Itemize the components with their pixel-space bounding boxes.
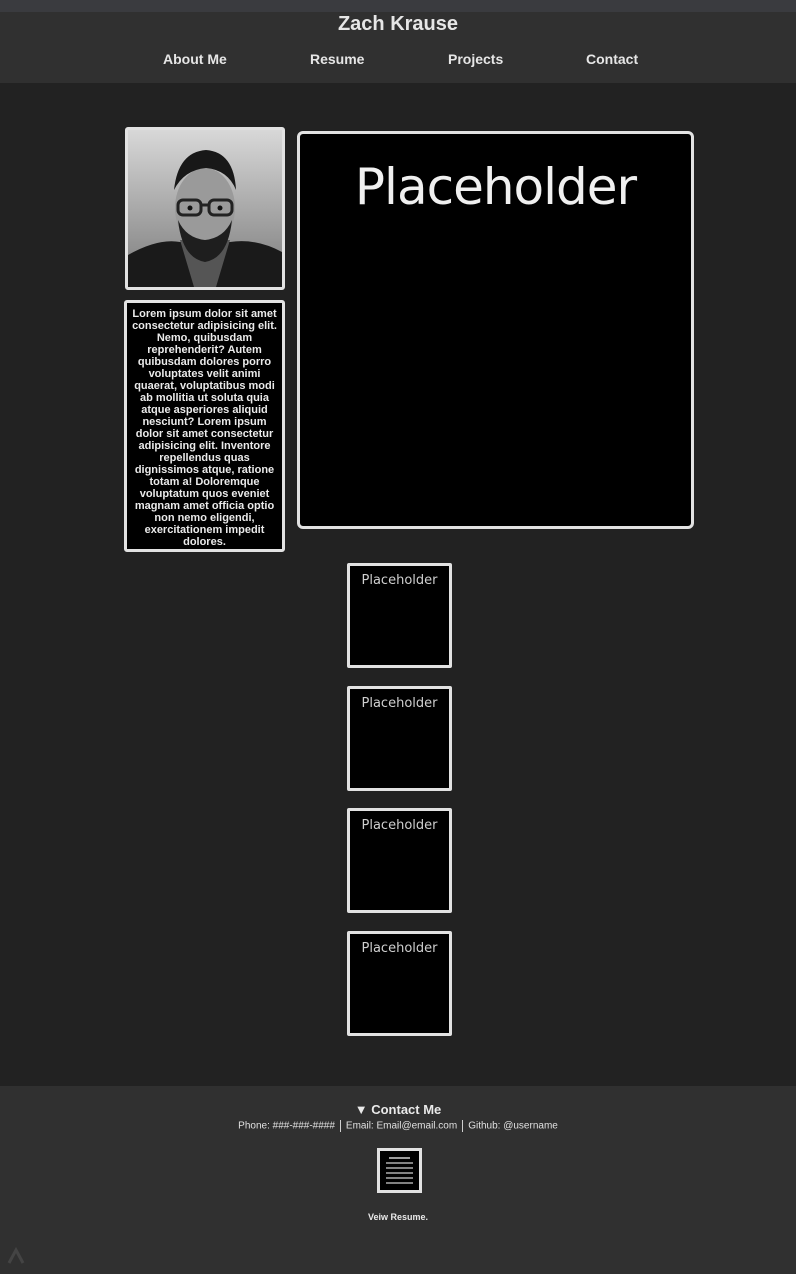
contact-details: Phone: ###-###-#### Email: Email@email.co… (0, 1120, 796, 1132)
nav-projects[interactable]: Projects (448, 51, 503, 67)
contact-divider (462, 1120, 464, 1132)
bio-card: Lorem ipsum dolor sit amet consectetur a… (124, 300, 285, 552)
project-thumbnail-title: Placeholder (361, 818, 438, 833)
browser-top-strip (0, 0, 796, 12)
site-header: Zach Krause About Me Resume Projects Con… (0, 12, 796, 83)
contact-heading-label: Contact Me (371, 1102, 442, 1117)
profile-photo (125, 127, 285, 290)
contact-divider (339, 1120, 341, 1132)
project-thumbnail[interactable]: Placeholder (347, 808, 452, 913)
profile-photo-image (128, 130, 282, 287)
document-icon[interactable] (377, 1148, 422, 1193)
contact-phone: Phone: ###-###-#### (238, 1120, 335, 1132)
caret-down-icon: ▼ (354, 1102, 368, 1117)
project-thumbnail-title: Placeholder (361, 573, 438, 588)
project-thumbnail[interactable]: Placeholder (347, 931, 452, 1036)
contact-github[interactable]: Github: @username (468, 1121, 558, 1132)
project-thumbnail[interactable]: Placeholder (347, 686, 452, 791)
nav-contact[interactable]: Contact (586, 51, 638, 67)
chevron-up-icon[interactable] (6, 1246, 26, 1266)
project-thumbnail[interactable]: Placeholder (347, 563, 452, 668)
featured-project-title: Placeholder (354, 158, 637, 216)
nav-resume[interactable]: Resume (310, 51, 364, 67)
featured-project-card[interactable]: Placeholder (297, 131, 694, 529)
document-icon-graphic (386, 1157, 413, 1184)
project-thumbnail-title: Placeholder (361, 696, 438, 711)
project-thumbnail-title: Placeholder (361, 941, 438, 956)
view-resume-link[interactable]: Veiw Resume. (0, 1212, 796, 1222)
site-title: Zach Krause (337, 13, 459, 35)
nav-about-me[interactable]: About Me (163, 51, 227, 67)
site-footer: ▼ Contact Me Phone: ###-###-#### Email: E… (0, 1086, 796, 1274)
contact-toggle[interactable]: ▼ Contact Me (0, 1102, 796, 1117)
contact-email[interactable]: Email: Email@email.com (346, 1121, 457, 1132)
bio-text: Lorem ipsum dolor sit amet consectetur a… (132, 308, 277, 548)
